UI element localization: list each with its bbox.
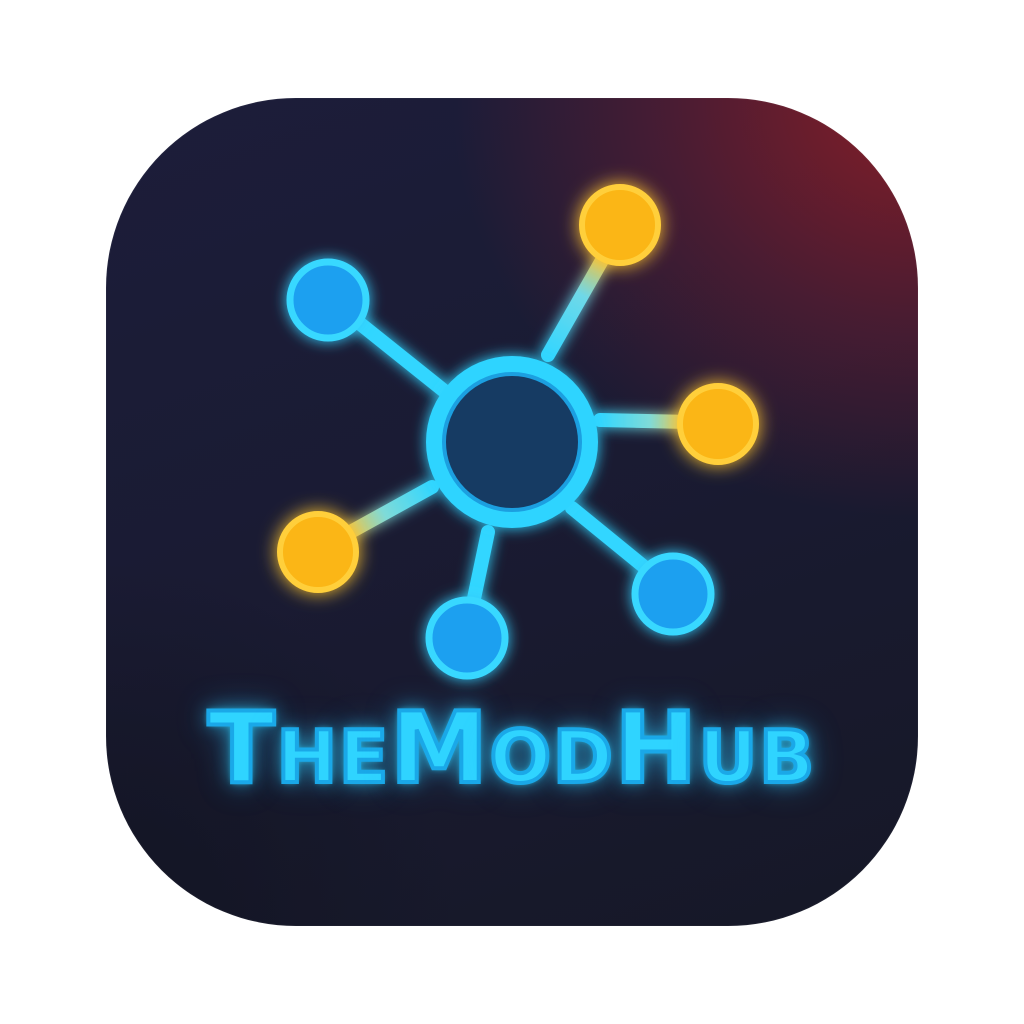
node-blue-bottom-right — [631, 552, 715, 636]
node-blue-bottom — [425, 596, 509, 680]
brand-letters: UB — [697, 715, 817, 799]
node-yellow-left — [277, 511, 359, 593]
spoke-right — [593, 413, 697, 429]
spoke-top-left — [351, 315, 450, 397]
spoke-top-right — [541, 248, 612, 362]
hub-core — [442, 372, 582, 512]
network-hub-icon — [277, 184, 759, 680]
app-icon-canvas: THEMODHUB — [0, 0, 1024, 1024]
node-blue-top-left — [286, 258, 370, 342]
spoke-bottom-right — [565, 501, 655, 577]
node-yellow-top-right — [579, 184, 661, 266]
node-yellow-right — [677, 383, 759, 465]
brand-letters: OD — [488, 715, 615, 799]
spoke-bottom — [465, 525, 495, 615]
brand-name: THEMODHUB — [106, 698, 918, 800]
spoke-left — [338, 480, 439, 542]
brand-letters: HE — [275, 715, 391, 799]
brand-letter: H — [613, 692, 699, 806]
brand-letter: T — [206, 692, 277, 806]
brand-letter: M — [388, 692, 490, 806]
